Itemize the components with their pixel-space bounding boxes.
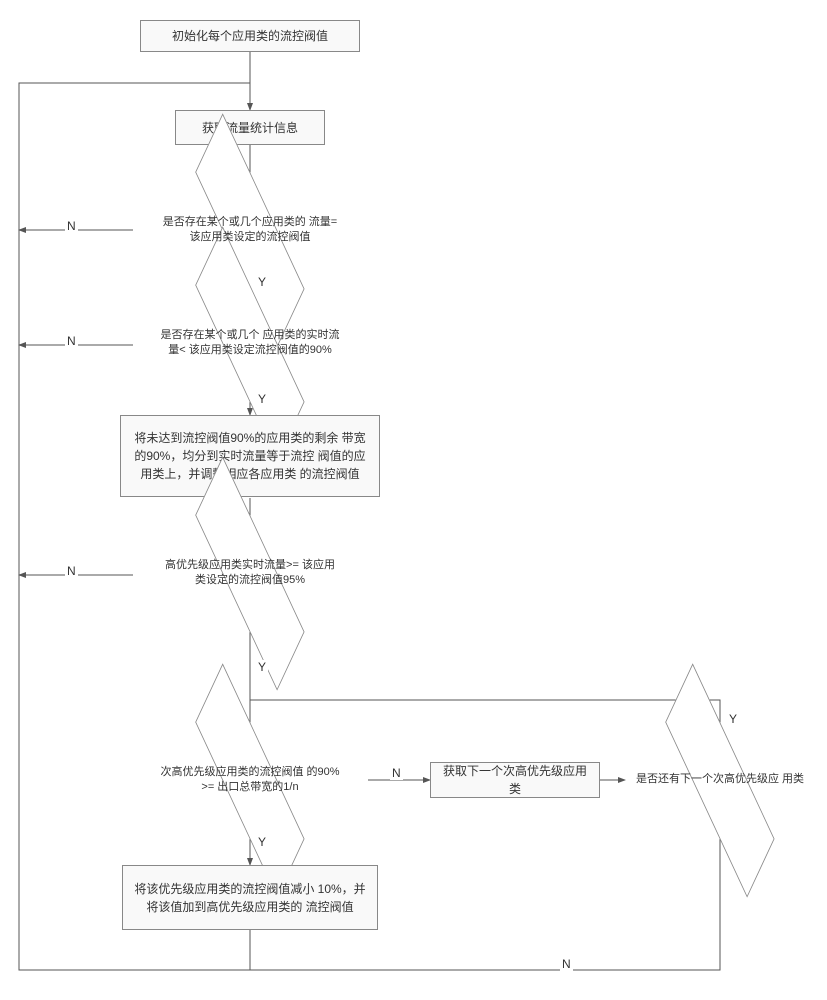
edge-label-no: N bbox=[65, 564, 78, 578]
edge-label-no: N bbox=[65, 219, 78, 233]
node-text: 次高优先级应用类的流控阀值 的90% >= 出口总带宽的1/n bbox=[130, 765, 370, 796]
decision-flow-equals-threshold: 是否存在某个或几个应用类的 流量=该应用类设定的流控阀值 bbox=[130, 185, 370, 275]
edge-label-yes: Y bbox=[727, 712, 739, 726]
process-init: 初始化每个应用类的流控阀值 bbox=[140, 20, 360, 52]
node-text: 将未达到流控阀值90%的应用类的剩余 带宽的90%，均分到实时流量等于流控 阀值… bbox=[131, 429, 369, 483]
edge-label-yes: Y bbox=[256, 660, 268, 674]
edge-label-yes: Y bbox=[256, 275, 268, 289]
node-text: 获取下一个次高优先级应用类 bbox=[441, 762, 589, 798]
edge-label-yes: Y bbox=[256, 835, 268, 849]
process-redistribute-bandwidth: 将未达到流控阀值90%的应用类的剩余 带宽的90%，均分到实时流量等于流控 阀值… bbox=[120, 415, 380, 497]
edge-label-no: N bbox=[390, 766, 403, 780]
edge-label-no: N bbox=[65, 334, 78, 348]
decision-flow-less-90pct: 是否存在某个或几个 应用类的实时流量< 该应用类设定流控阀值的90% bbox=[130, 298, 370, 388]
node-text: 是否存在某个或几个应用类的 流量=该应用类设定的流控阀值 bbox=[130, 215, 370, 246]
decision-high-priority-95pct: 高优先级应用类实时流量>= 该应用类设定的流控阀值95% bbox=[130, 528, 370, 618]
node-text: 是否还有下一个次高优先级应 用类 bbox=[606, 772, 827, 787]
flowchart-connectors bbox=[0, 0, 827, 1000]
node-text: 高优先级应用类实时流量>= 该应用类设定的流控阀值95% bbox=[130, 558, 370, 589]
decision-next-priority-threshold: 次高优先级应用类的流控阀值 的90% >= 出口总带宽的1/n bbox=[130, 735, 370, 825]
process-get-next-priority: 获取下一个次高优先级应用类 bbox=[430, 762, 600, 798]
edge-label-yes: Y bbox=[256, 392, 268, 406]
node-text: 是否存在某个或几个 应用类的实时流量< 该应用类设定流控阀值的90% bbox=[130, 328, 370, 359]
decision-has-next-priority: 是否还有下一个次高优先级应 用类 bbox=[600, 735, 827, 825]
node-text: 初始化每个应用类的流控阀值 bbox=[172, 27, 328, 45]
process-get-stats: 获取流量统计信息 bbox=[175, 110, 325, 145]
process-reduce-threshold: 将该优先级应用类的流控阀值减小 10%，并将该值加到高优先级应用类的 流控阀值 bbox=[122, 865, 378, 930]
edge-label-no: N bbox=[560, 957, 573, 971]
node-text: 将该优先级应用类的流控阀值减小 10%，并将该值加到高优先级应用类的 流控阀值 bbox=[133, 880, 367, 916]
